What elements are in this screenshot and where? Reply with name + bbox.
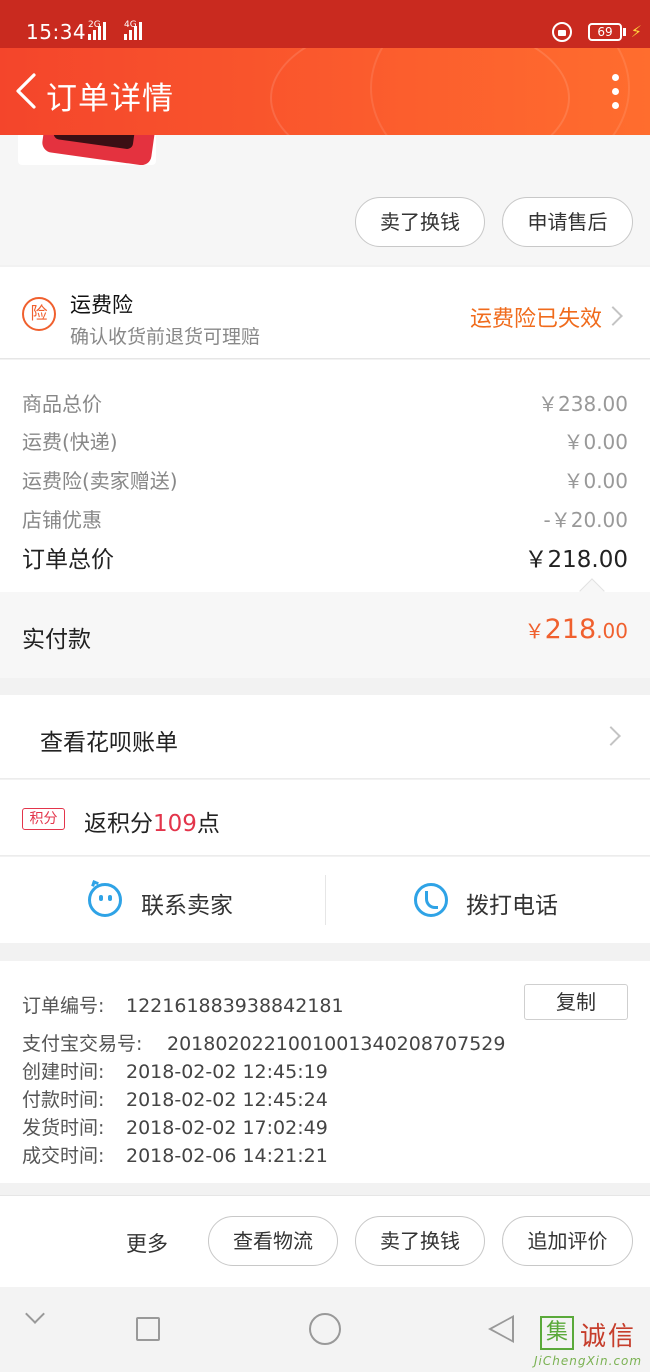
signal-2g-tag: 2G [88, 20, 101, 30]
huabei-label: 查看花呗账单 [40, 730, 178, 756]
order-info-key: 发货时间: [22, 1117, 105, 1139]
header-bar: 订单详情 [0, 48, 650, 135]
price-row-shipping: 运费(快递) ￥0.00 [22, 426, 628, 455]
paid-currency: ￥ [524, 619, 545, 643]
order-info-value: 2018-02-02 17:02:49 [126, 1117, 328, 1139]
points-suffix: 点 [196, 811, 220, 837]
order-info-section: 订单编号: 122161883938842181 复制 支付宝交易号: 201802… [0, 961, 650, 1183]
order-info-value: 2018-02-06 14:21:21 [126, 1145, 328, 1167]
paid-amount: ￥218.00 [525, 614, 628, 645]
contact-row: 联系卖家 拨打电话 [0, 857, 650, 943]
chat-face-icon [88, 880, 122, 917]
price-value: ￥0.00 [563, 469, 628, 493]
sell-exchange-button-bottom[interactable]: 卖了换钱 [355, 1216, 485, 1266]
order-number-row: 订单编号: 122161883938842181 [22, 991, 344, 1018]
price-label: 运费险(卖家赠送) [22, 469, 178, 493]
price-row-goods: 商品总价 ￥238.00 [22, 388, 628, 417]
price-value: ￥238.00 [538, 392, 628, 416]
contact-seller-label: 联系卖家 [141, 893, 233, 919]
points-row: 积分 返积分109点 [0, 780, 650, 856]
product-thumbnail[interactable] [18, 135, 156, 165]
paid-label: 实付款 [22, 627, 91, 653]
order-info-key: 付款时间: [22, 1089, 105, 1111]
actual-payment-row: 实付款 ￥218.00 [0, 592, 650, 678]
watermark-en: JiChengXin.com [534, 1354, 643, 1368]
order-info-key: 创建时间: [22, 1061, 105, 1083]
order-info-value: 2018020221001001340208707529 [167, 1033, 506, 1055]
system-back-icon[interactable] [488, 1315, 514, 1343]
contact-seller-button[interactable]: 联系卖家 [0, 857, 325, 943]
shipping-insurance-row[interactable]: 险 运费险 确认收货前退货可理赔 运费险已失效 [0, 267, 650, 359]
paid-time-row: 付款时间: 2018-02-02 12:45:24 [22, 1085, 328, 1112]
add-review-button[interactable]: 追加评价 [502, 1216, 633, 1266]
call-phone-label: 拨打电话 [466, 893, 558, 919]
order-info-key: 订单编号: [22, 995, 105, 1017]
points-badge: 积分 [22, 808, 65, 830]
more-vertical-icon[interactable] [612, 74, 620, 110]
view-logistics-button[interactable]: 查看物流 [208, 1216, 338, 1266]
created-time-row: 创建时间: 2018-02-02 12:45:19 [22, 1057, 328, 1084]
charging-icon: ⚡ [630, 22, 642, 41]
battery-icon: 69 [588, 23, 622, 41]
signal-4g-tag: 4G [124, 20, 137, 30]
back-arrow-icon[interactable] [14, 73, 44, 109]
status-time: 15:34 [26, 20, 87, 44]
points-text: 返积分109点 [84, 804, 220, 838]
price-row-total: 订单总价 ￥218.00 [22, 540, 628, 574]
watermark-cn: 诚信 [580, 1322, 637, 1352]
price-row-discount: 店铺优惠 -￥20.00 [22, 504, 628, 533]
insurance-icon: 险 [22, 297, 56, 331]
order-info-value: 2018-02-02 12:45:24 [126, 1089, 328, 1111]
more-button[interactable]: 更多 [126, 1228, 168, 1258]
battery-tip [623, 28, 626, 36]
points-count: 109 [153, 811, 197, 837]
copy-button[interactable]: 复制 [524, 984, 628, 1020]
insurance-subtitle: 确认收货前退货可理赔 [70, 326, 261, 348]
call-phone-button[interactable]: 拨打电话 [326, 857, 650, 943]
price-breakdown: 商品总价 ￥238.00 运费(快递) ￥0.00 运费险(卖家赠送) ￥0.0… [0, 360, 650, 592]
price-row-insurance: 运费险(卖家赠送) ￥0.00 [22, 465, 628, 494]
shipped-time-row: 发货时间: 2018-02-02 17:02:49 [22, 1113, 328, 1140]
insurance-title: 运费险 [70, 293, 133, 317]
watermark: 集 诚信 JiChengXin.com [528, 1312, 646, 1370]
sell-exchange-button[interactable]: 卖了换钱 [355, 197, 485, 247]
collapse-nav-icon[interactable] [25, 1304, 45, 1324]
bottom-action-bar: 更多 查看物流 卖了换钱 追加评价 [0, 1195, 650, 1287]
order-info-value: 2018-02-02 12:45:19 [126, 1061, 328, 1083]
paid-integer: 218 [544, 614, 597, 645]
order-info-key: 成交时间: [22, 1145, 105, 1167]
chevron-right-icon [603, 306, 623, 326]
insurance-status: 运费险已失效 [469, 307, 602, 332]
rotation-lock-icon [552, 22, 572, 42]
price-label: 店铺优惠 [22, 508, 102, 532]
price-label: 商品总价 [22, 392, 102, 416]
price-label: 运费(快递) [22, 430, 118, 454]
status-bar: 15:34 2G 4G 69 ⚡ [0, 0, 650, 48]
header-decoration [370, 48, 630, 135]
product-section: 卖了换钱 申请售后 [0, 135, 650, 265]
completed-time-row: 成交时间: 2018-02-06 14:21:21 [22, 1141, 328, 1168]
chevron-right-icon [601, 726, 621, 746]
paid-decimal: .00 [596, 619, 628, 643]
phone-icon [414, 883, 448, 917]
points-prefix: 返积分 [84, 811, 153, 837]
order-info-value: 122161883938842181 [126, 995, 344, 1017]
order-info-key: 支付宝交易号: [22, 1033, 143, 1055]
watermark-logo: 集 [540, 1316, 574, 1350]
alipay-trade-row: 支付宝交易号: 2018020221001001340208707529 [22, 1029, 505, 1056]
price-value: -￥20.00 [543, 508, 628, 532]
page-title: 订单详情 [46, 81, 174, 117]
total-value: ￥218.00 [524, 547, 628, 573]
after-sales-button[interactable]: 申请售后 [502, 197, 633, 247]
price-value: ￥0.00 [563, 430, 628, 454]
recents-icon[interactable] [136, 1317, 160, 1341]
total-label: 订单总价 [22, 547, 114, 573]
home-icon[interactable] [309, 1313, 341, 1345]
huabei-bill-row[interactable]: 查看花呗账单 [0, 695, 650, 779]
